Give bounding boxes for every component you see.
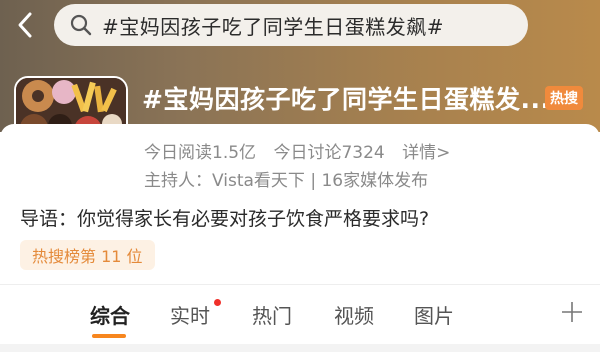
details-link[interactable]: 详情> [402, 143, 450, 163]
reads-count: 今日阅读1.5亿 [144, 143, 257, 163]
tab-images[interactable]: 图片 [414, 300, 454, 329]
topic-title: #宝妈因孩子吃了同学生日蛋糕发... [142, 85, 551, 114]
topic-lead: 导语：你觉得家长有必要对孩子饮食严格要求吗? [20, 208, 430, 230]
tab-hot[interactable]: 热门 [252, 300, 292, 329]
tab-realtime[interactable]: 实时 [170, 300, 210, 329]
bottom-strip [0, 344, 600, 352]
add-tab-button[interactable] [560, 300, 584, 324]
search-query: #宝妈因孩子吃了同学生日蛋糕发飙# [102, 14, 445, 39]
active-tab-indicator [92, 334, 126, 338]
chevron-left-icon [18, 12, 32, 38]
plus-icon [562, 302, 582, 322]
hot-badge: 热搜 [545, 86, 583, 110]
host-info[interactable]: 主持人：Vista看天下 | 16家媒体发布 [144, 166, 428, 191]
topic-stats: 今日阅读1.5亿 今日讨论7324 详情> [144, 138, 462, 163]
discussions-count: 今日讨论7324 [273, 143, 385, 163]
tab-bar: 综合 实时 热门 视频 图片 [0, 296, 600, 340]
search-input[interactable]: #宝妈因孩子吃了同学生日蛋糕发飙# [54, 4, 528, 46]
divider [0, 284, 600, 285]
new-content-dot [214, 299, 221, 306]
search-icon [70, 14, 92, 36]
tab-comprehensive[interactable]: 综合 [90, 300, 130, 329]
hot-rank-chip[interactable]: 热搜榜第 11 位 [20, 240, 155, 270]
tab-video[interactable]: 视频 [334, 300, 374, 329]
back-button[interactable] [8, 8, 42, 42]
